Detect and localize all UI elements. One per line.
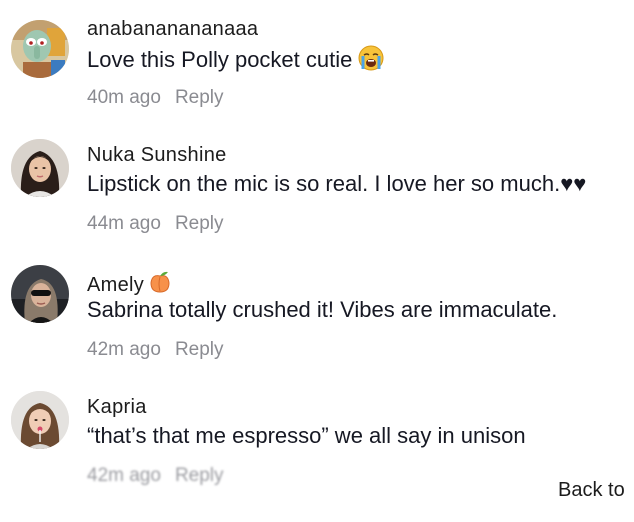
avatar[interactable] — [11, 20, 69, 78]
comment-time: 40m ago — [87, 87, 161, 108]
back-to-button[interactable]: Back to — [558, 479, 625, 502]
username[interactable]: Nuka Sunshine — [87, 144, 227, 167]
comment-meta: 40m ago Reply — [87, 87, 224, 109]
comment-meta: 42m ago Reply — [87, 339, 224, 361]
comment-item: Nuka Sunshine Lipstick on the mic is so … — [0, 139, 634, 270]
comment-text-content: Sabrina totally crushed it! Vibes are im… — [87, 297, 558, 322]
comment-text: “that’s that me espresso” we all say in … — [87, 423, 526, 449]
username[interactable]: anabananananaaa — [87, 18, 258, 41]
peach-icon — [148, 270, 172, 300]
avatar[interactable] — [11, 139, 69, 197]
user-photo-avatar-icon — [11, 391, 69, 449]
user-photo-avatar-icon — [11, 265, 69, 323]
reply-button[interactable]: Reply — [175, 465, 224, 486]
reply-button[interactable]: Reply — [175, 87, 224, 108]
comment-item: Amely Sabrina totally crushed it! Vibes … — [0, 265, 634, 396]
username[interactable]: Amely — [87, 270, 172, 300]
reply-button[interactable]: Reply — [175, 339, 224, 360]
comment-time: 42m ago — [87, 465, 161, 486]
avatar[interactable] — [11, 391, 69, 449]
username[interactable]: Kapria — [87, 396, 147, 419]
comment-item: Kapria “that’s that me espresso” we all … — [0, 391, 634, 522]
user-photo-avatar-icon — [11, 139, 69, 197]
comment-meta: 42m ago Reply — [87, 465, 224, 487]
comment-text: Love this Polly pocket cutie — [87, 45, 384, 77]
comment-time: 42m ago — [87, 339, 161, 360]
comment-text-content: “that’s that me espresso” we all say in … — [87, 423, 526, 448]
reply-button[interactable]: Reply — [175, 213, 224, 234]
comment-text-content: Love this Polly pocket cutie — [87, 47, 353, 72]
comment-meta: 44m ago Reply — [87, 213, 224, 235]
comment-time: 44m ago — [87, 213, 161, 234]
comment-text: Lipstick on the mic is so real. I love h… — [87, 171, 586, 197]
username-text: Amely — [87, 274, 145, 296]
squidward-avatar-icon — [11, 20, 69, 78]
loudly-crying-face-icon — [358, 45, 384, 77]
comment-text-content: Lipstick on the mic is so real. I love h… — [87, 171, 587, 196]
avatar[interactable] — [11, 265, 69, 323]
comment-item: anabananananaaa Love this Polly pocket c… — [0, 18, 634, 144]
comment-text: Sabrina totally crushed it! Vibes are im… — [87, 297, 557, 323]
